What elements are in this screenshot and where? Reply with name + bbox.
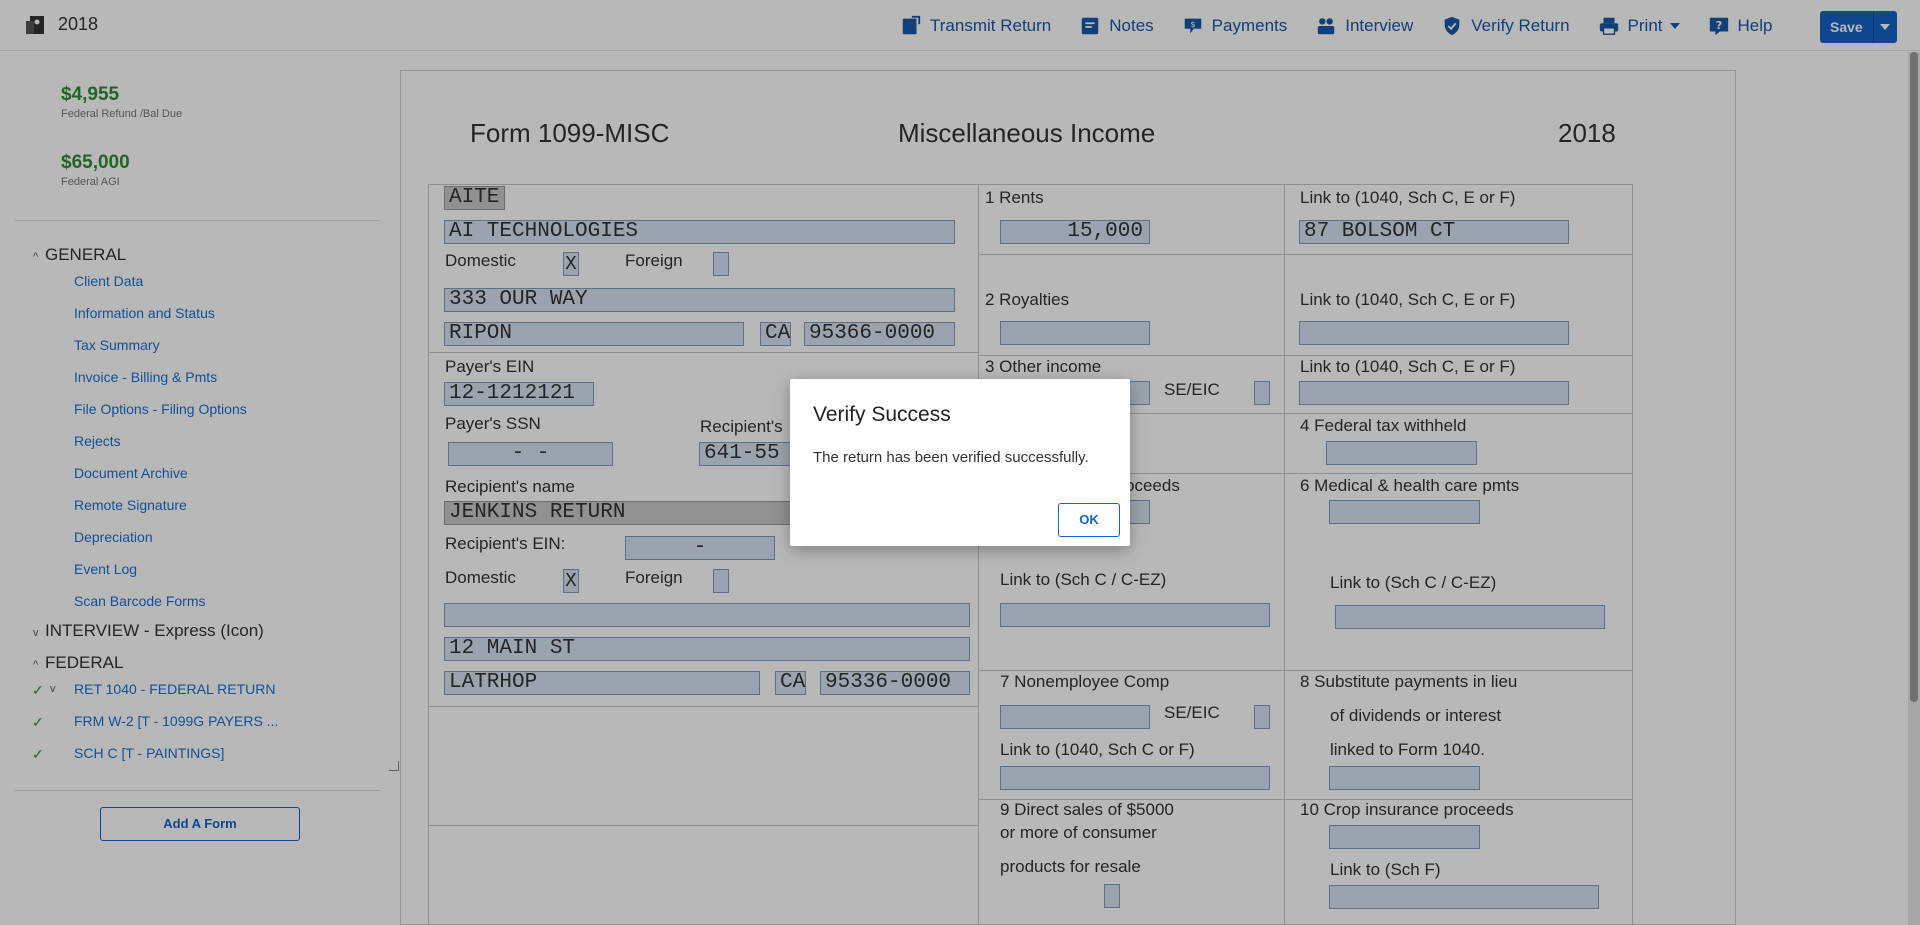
verify-success-dialog: Verify Success The return has been verif… xyxy=(790,379,1130,546)
dialog-message: The return has been verified successfull… xyxy=(813,449,1089,466)
ok-button[interactable]: OK xyxy=(1058,503,1120,537)
dialog-title: Verify Success xyxy=(813,403,951,426)
